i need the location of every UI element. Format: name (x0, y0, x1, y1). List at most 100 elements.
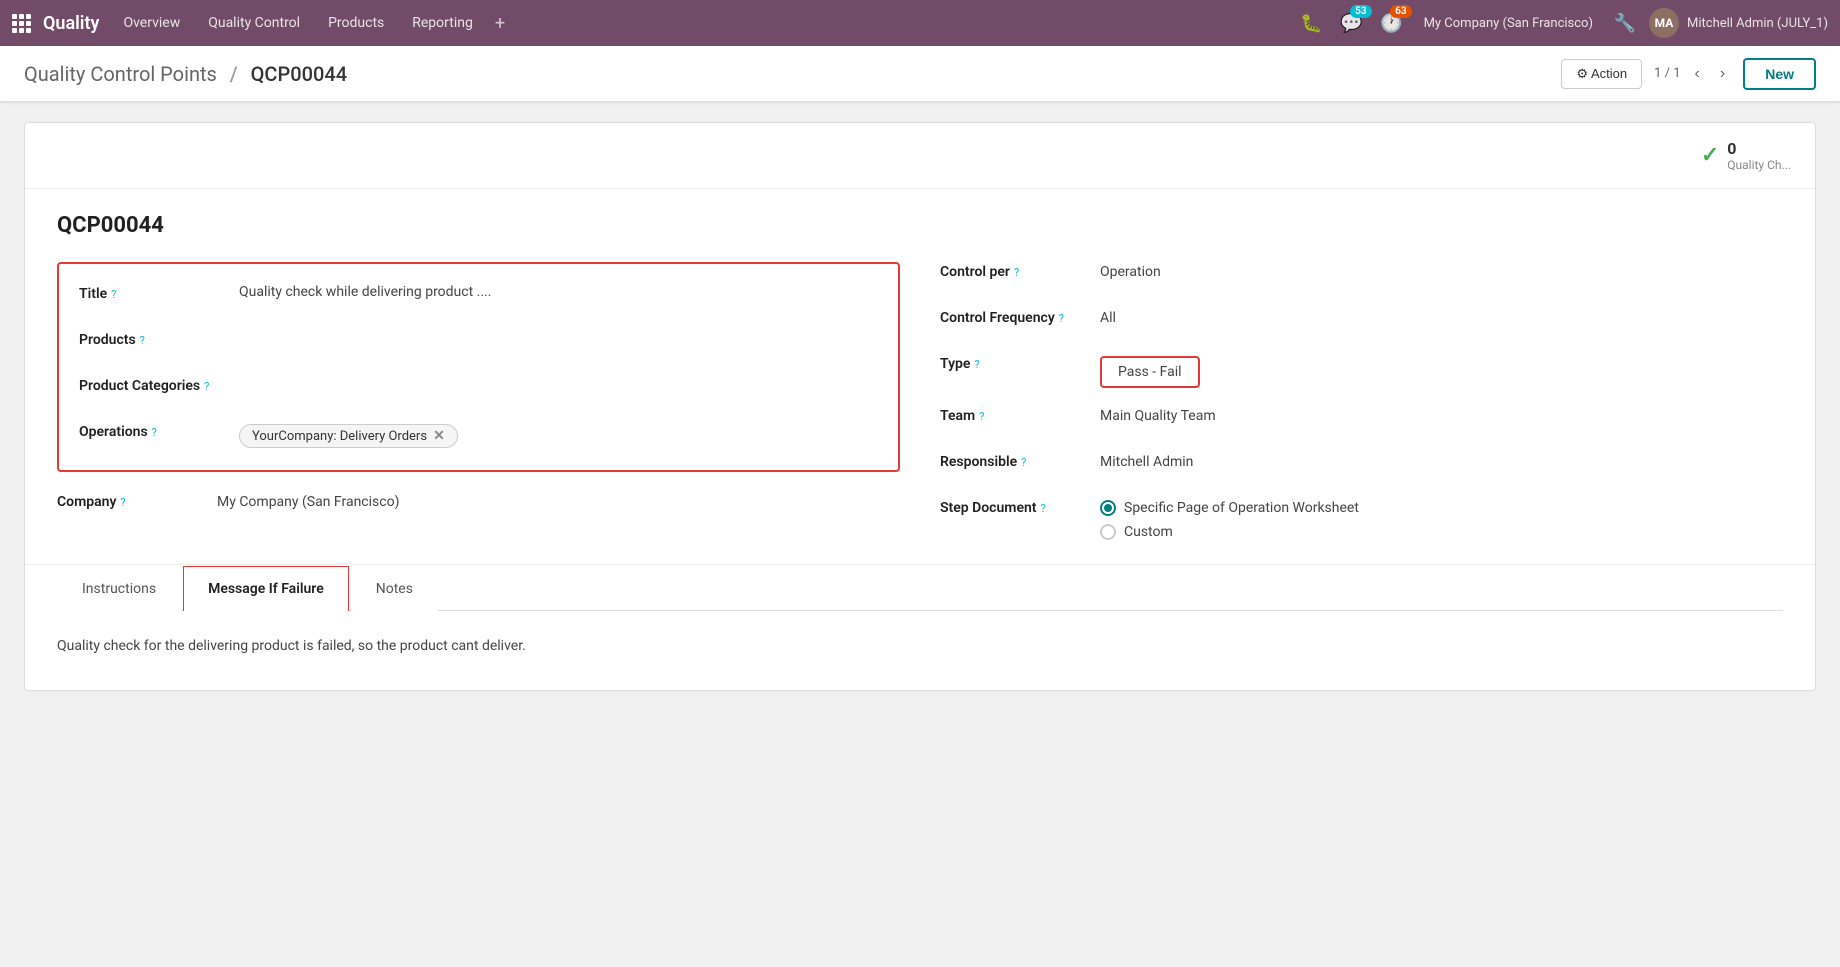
field-control-frequency-row: Control Frequency ? All (940, 308, 1783, 336)
company-label: Company ? (57, 492, 217, 510)
radio-specific-page-dot[interactable] (1100, 500, 1116, 516)
tab-notes[interactable]: Notes (351, 566, 438, 611)
control-frequency-help[interactable]: ? (1059, 312, 1064, 325)
control-per-label: Control per ? (940, 262, 1100, 280)
type-value: Pass - Fail (1118, 364, 1182, 380)
operations-label: Operations ? (79, 422, 239, 440)
control-per-value[interactable]: Operation (1100, 262, 1783, 280)
radio-custom[interactable]: Custom (1100, 524, 1783, 540)
form-left-bordered: Title ? Quality check while delivering p… (57, 262, 900, 472)
field-product-categories-row: Product Categories ? (79, 376, 878, 404)
tab-content-text: Quality check for the delivering product… (57, 635, 1783, 657)
operations-tag-remove[interactable]: ✕ (433, 428, 445, 444)
breadcrumb-current: QCP00044 (251, 62, 347, 86)
title-label: Title ? (79, 284, 239, 302)
debug-icon[interactable]: 🐛 (1296, 7, 1328, 39)
pager: 1 / 1 ‹ › (1654, 63, 1731, 85)
field-products-row: Products ? (79, 330, 878, 358)
responsible-help[interactable]: ? (1021, 456, 1026, 469)
settings-icon[interactable]: 🔧 (1609, 7, 1641, 39)
operations-value: YourCompany: Delivery Orders ✕ (239, 422, 878, 448)
pager-text: 1 / 1 (1654, 66, 1680, 81)
radio-specific-page[interactable]: Specific Page of Operation Worksheet (1100, 500, 1783, 516)
type-label: Type ? (940, 354, 1100, 372)
radio-custom-label: Custom (1124, 524, 1173, 540)
control-per-help[interactable]: ? (1014, 266, 1019, 279)
type-help[interactable]: ? (974, 358, 979, 371)
activity-badge: 63 (1390, 5, 1411, 18)
product-categories-label: Product Categories ? (79, 376, 239, 394)
form-columns: Title ? Quality check while delivering p… (57, 262, 1783, 540)
pager-next[interactable]: › (1714, 63, 1731, 85)
qc-label: Quality Ch... (1727, 158, 1791, 172)
tabs-header: Instructions Message If Failure Notes (57, 565, 1783, 610)
activity-icon[interactable]: 🕐 63 (1376, 7, 1408, 39)
step-document-help[interactable]: ? (1041, 502, 1046, 515)
chat-badge: 53 (1350, 5, 1371, 18)
type-bordered-value[interactable]: Pass - Fail (1100, 356, 1200, 388)
field-company-row: Company ? My Company (San Francisco) (57, 492, 900, 520)
form-body: QCP00044 Title ? Quality check while del… (25, 189, 1815, 564)
main-content: ✓ 0 Quality Ch... QCP00044 Title (0, 102, 1840, 967)
grid-menu-icon[interactable] (12, 14, 31, 33)
nav-quality-control[interactable]: Quality Control (196, 0, 312, 46)
team-help[interactable]: ? (979, 410, 984, 423)
team-value[interactable]: Main Quality Team (1100, 406, 1783, 424)
new-button[interactable]: New (1743, 58, 1816, 90)
product-categories-value[interactable] (239, 376, 878, 378)
control-frequency-label: Control Frequency ? (940, 308, 1100, 326)
step-document-options: Specific Page of Operation Worksheet Cus… (1100, 498, 1783, 540)
nav-overview[interactable]: Overview (111, 0, 192, 46)
chat-icon[interactable]: 💬 53 (1336, 7, 1368, 39)
operations-help[interactable]: ? (152, 426, 157, 439)
action-button[interactable]: ⚙ Action (1561, 59, 1642, 89)
team-label: Team ? (940, 406, 1100, 424)
form-right: Control per ? Operation Control Frequenc… (940, 262, 1783, 540)
header-actions: ⚙ Action 1 / 1 ‹ › New (1561, 58, 1816, 90)
record-id: QCP00044 (57, 213, 1783, 238)
radio-custom-dot[interactable] (1100, 524, 1116, 540)
field-control-per-row: Control per ? Operation (940, 262, 1783, 290)
breadcrumb-parent[interactable]: Quality Control Points (24, 62, 217, 86)
title-help[interactable]: ? (111, 288, 116, 301)
pager-prev[interactable]: ‹ (1689, 63, 1706, 85)
qc-stats-row: ✓ 0 Quality Ch... (25, 123, 1815, 189)
company-switcher[interactable]: My Company (San Francisco) (1416, 16, 1601, 31)
products-value[interactable] (239, 330, 878, 332)
avatar[interactable]: MA (1649, 8, 1679, 38)
page-header: Quality Control Points / QCP00044 ⚙ Acti… (0, 46, 1840, 102)
top-navigation: Quality Overview Quality Control Product… (0, 0, 1840, 46)
nav-products[interactable]: Products (316, 0, 396, 46)
control-frequency-value[interactable]: All (1100, 308, 1783, 326)
operations-tag[interactable]: YourCompany: Delivery Orders ✕ (239, 424, 458, 448)
field-team-row: Team ? Main Quality Team (940, 406, 1783, 434)
check-icon: ✓ (1701, 143, 1719, 168)
add-menu-icon[interactable]: + (489, 13, 511, 34)
form-left: Title ? Quality check while delivering p… (57, 262, 900, 540)
responsible-value[interactable]: Mitchell Admin (1100, 452, 1783, 470)
product-categories-help[interactable]: ? (204, 380, 209, 393)
stat-info: 0 Quality Ch... (1727, 139, 1791, 172)
tab-message-if-failure[interactable]: Message If Failure (183, 566, 349, 611)
company-value[interactable]: My Company (San Francisco) (217, 492, 900, 510)
tab-content: Quality check for the delivering product… (57, 610, 1783, 690)
radio-group-step-document: Specific Page of Operation Worksheet Cus… (1100, 500, 1783, 540)
tabs-section: Instructions Message If Failure Notes Qu… (25, 564, 1815, 690)
user-name[interactable]: Mitchell Admin (JULY_1) (1687, 16, 1828, 31)
field-type-row: Type ? Pass - Fail (940, 354, 1783, 388)
tab-instructions[interactable]: Instructions (57, 566, 181, 611)
products-help[interactable]: ? (140, 334, 145, 347)
responsible-label: Responsible ? (940, 452, 1100, 470)
app-name: Quality (43, 13, 99, 34)
quality-checks-stat[interactable]: ✓ 0 Quality Ch... (1701, 139, 1791, 172)
breadcrumb: Quality Control Points / QCP00044 (24, 62, 1561, 86)
field-responsible-row: Responsible ? Mitchell Admin (940, 452, 1783, 480)
nav-reporting[interactable]: Reporting (400, 0, 485, 46)
operations-tag-label: YourCompany: Delivery Orders (252, 429, 427, 444)
title-value[interactable]: Quality check while delivering product .… (239, 284, 878, 300)
field-operations-row: Operations ? YourCompany: Delivery Order… (79, 422, 878, 450)
products-label: Products ? (79, 330, 239, 348)
company-help[interactable]: ? (120, 496, 125, 509)
app-brand[interactable]: Quality (12, 13, 99, 34)
field-step-document-row: Step Document ? Specific Page of Operati… (940, 498, 1783, 540)
